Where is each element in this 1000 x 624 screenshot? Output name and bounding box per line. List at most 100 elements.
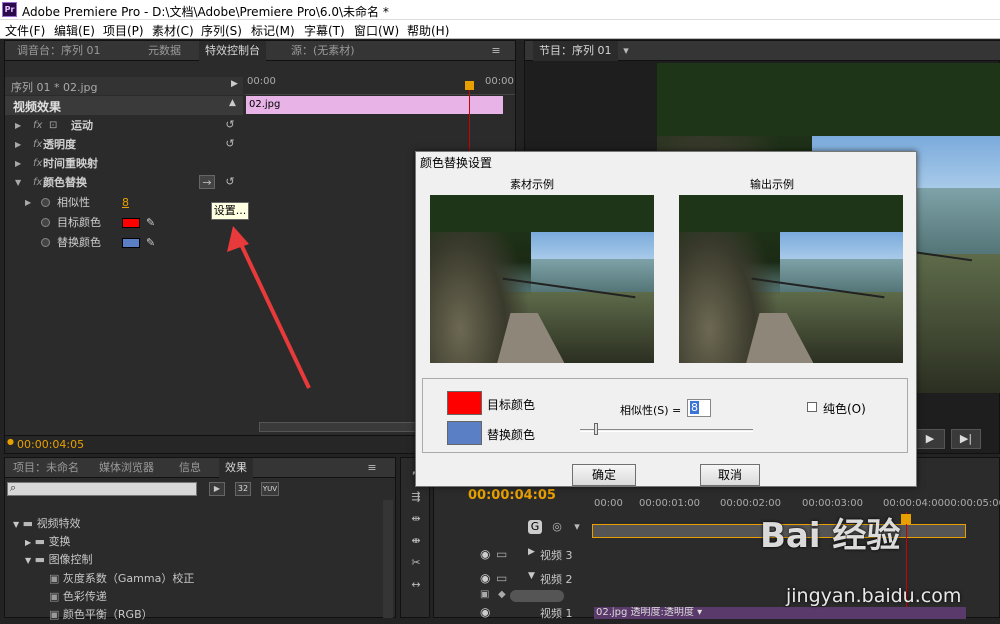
tab-project[interactable]: 项目：未命名 <box>13 458 79 478</box>
eyedropper-icon[interactable]: ✎ <box>146 213 155 232</box>
tree-item-gamma[interactable]: ▣ 灰度系数（Gamma）校正 <box>49 570 194 588</box>
replace-color-swatch[interactable] <box>122 238 140 248</box>
eye-icon[interactable]: ◉ <box>480 608 490 619</box>
expand-triangle-icon[interactable]: ▼ <box>528 571 535 581</box>
horizontal-scrollbar[interactable] <box>259 422 417 432</box>
expand-triangle-icon[interactable]: ▶ <box>528 547 535 557</box>
stopwatch-icon[interactable] <box>41 238 50 247</box>
eye-icon[interactable]: ◉ <box>480 571 490 585</box>
tab-effects[interactable]: 效果 <box>219 458 253 478</box>
tree-item-transform[interactable]: ▶ ▬ 变换 <box>25 533 71 551</box>
fx-icon[interactable]: fx <box>33 173 42 192</box>
snap-icon[interactable]: G <box>528 520 542 534</box>
expand-triangle-icon[interactable]: ▶ <box>15 116 21 135</box>
fx-icon[interactable]: fx <box>33 135 42 154</box>
eye-icon[interactable]: ◉ <box>480 547 490 561</box>
expand-triangle-icon[interactable]: ▶ <box>15 135 21 154</box>
add-marker-icon[interactable]: ▾ <box>570 520 584 534</box>
tree-item-color-balance[interactable]: ▣ 颜色平衡（RGB） <box>49 606 153 624</box>
tab-media-browser[interactable]: 媒体浏览器 <box>99 458 154 478</box>
eyedropper-icon[interactable]: ✎ <box>146 233 155 252</box>
similarity-slider-thumb[interactable] <box>593 423 598 435</box>
menu-clip[interactable]: 素材(C) <box>152 22 194 39</box>
effects-search-input[interactable]: ⌕ <box>7 481 197 496</box>
effect-clip-bar[interactable]: 02.jpg <box>246 96 503 114</box>
menu-marker[interactable]: 标记(M) <box>251 22 295 39</box>
expand-triangle-icon[interactable]: ▼ <box>15 173 21 192</box>
menu-help[interactable]: 帮助(H) <box>407 22 449 39</box>
tab-info[interactable]: 信息 <box>179 458 201 478</box>
marker-icon[interactable]: ◎ <box>550 520 564 534</box>
effect-row-time-remap[interactable]: ▶ fx 时间重映射 <box>5 154 243 173</box>
ruler-label: 00:00:01:00 <box>639 498 701 509</box>
menu-title[interactable]: 字幕(T) <box>304 22 345 39</box>
similarity-input[interactable]: 8 <box>687 399 711 417</box>
track-keyframe-controls[interactable]: ▣ ◆ <box>480 589 580 603</box>
keyframe-navigator[interactable] <box>510 590 564 602</box>
dropdown-icon[interactable]: ▾ <box>619 44 633 58</box>
reset-icon[interactable]: ↺ <box>223 118 237 132</box>
target-color-swatch[interactable] <box>122 218 140 228</box>
panel-menu-icon[interactable]: ≡ <box>489 44 503 58</box>
track-header-video3[interactable]: ◉ ▭ ▶ 视频 3 <box>474 544 594 566</box>
collapse-up-icon[interactable]: ▲ <box>229 98 236 108</box>
tree-item-image-control[interactable]: ▼ ▬ 图像控制 <box>25 551 93 569</box>
menu-sequence[interactable]: 序列(S) <box>201 22 242 39</box>
program-tabbar: 节目：序列 01 ▾ <box>525 41 1000 61</box>
play-triangle-icon[interactable]: ▶ <box>231 79 238 89</box>
menu-window[interactable]: 窗口(W) <box>354 22 399 39</box>
tree-item-video-effects[interactable]: ▼ ▬ 视频特效 <box>13 515 81 533</box>
lock-icon[interactable]: ▭ <box>496 571 507 585</box>
ok-button[interactable]: 确定 <box>572 464 636 486</box>
effect-row-color-replace[interactable]: ▼ fx 颜色替换 → ↺ <box>5 173 243 192</box>
replace-color-swatch[interactable] <box>447 421 482 445</box>
current-time[interactable]: 00:00:04:05 <box>17 438 84 451</box>
display-style-icon[interactable]: ▣ <box>480 589 489 600</box>
tab-program[interactable]: 节目：序列 01 <box>533 41 618 61</box>
annotation-arrow-icon <box>227 226 311 389</box>
cancel-button[interactable]: 取消 <box>700 464 760 486</box>
playhead-marker-icon[interactable] <box>465 81 474 90</box>
step-forward-icon[interactable]: ▶| <box>951 429 981 449</box>
similarity-value[interactable]: 8 <box>122 193 129 212</box>
menu-file[interactable]: 文件(F) <box>5 22 45 39</box>
menu-project[interactable]: 项目(P) <box>103 22 144 39</box>
stopwatch-icon[interactable] <box>41 198 50 207</box>
effect-row-opacity[interactable]: ▶ fx 透明度 ↺ <box>5 135 243 154</box>
ripple-edit-tool-icon[interactable]: ⇹ <box>409 512 423 526</box>
yuv-filter-badge[interactable]: YUV <box>261 482 279 496</box>
lock-icon[interactable]: ▭ <box>496 547 507 561</box>
effect-row-motion[interactable]: ▶ fx ⊡ 运动 ↺ <box>5 116 243 135</box>
ruler-label: 00:00 <box>594 498 623 509</box>
vertical-scrollbar[interactable] <box>383 500 393 618</box>
32bit-filter-badge[interactable]: 32 <box>235 482 251 496</box>
tab-metadata[interactable]: 元数据 <box>148 41 181 61</box>
tab-source[interactable]: 源：(无素材) <box>291 41 355 61</box>
effect-timeline-ruler[interactable]: 00:00 00:00 <box>245 75 515 95</box>
keyframe-icon[interactable]: ◆ <box>498 589 506 600</box>
panel-menu-icon[interactable]: ≡ <box>365 461 379 475</box>
expand-triangle-icon[interactable]: ▶ <box>25 193 31 212</box>
reset-icon[interactable]: ↺ <box>223 175 237 189</box>
solid-color-checkbox[interactable] <box>807 402 817 412</box>
tab-effect-controls[interactable]: 特效控制台 <box>199 41 266 61</box>
expand-triangle-icon[interactable]: ▶ <box>15 154 21 173</box>
target-color-swatch[interactable] <box>447 391 482 415</box>
track-header-video1[interactable]: ◉ 视频 1 <box>474 608 594 619</box>
tree-item-color-pass[interactable]: ▣ 色彩传递 <box>49 588 107 606</box>
reset-icon[interactable]: ↺ <box>223 137 237 151</box>
fx-icon[interactable]: fx <box>33 116 42 135</box>
similarity-slider-track[interactable] <box>580 429 753 432</box>
rolling-edit-tool-icon[interactable]: ⇼ <box>409 534 423 548</box>
slip-tool-icon[interactable]: ↔ <box>409 578 423 592</box>
track-header-video2[interactable]: ◉ ▭ ▼ 视频 2 <box>474 568 594 590</box>
timeline-timecode[interactable]: 00:00:04:05 <box>468 488 556 503</box>
razor-tool-icon[interactable]: ✂ <box>409 556 423 570</box>
track-select-tool-icon[interactable]: ⇶ <box>409 490 423 504</box>
tab-mixer[interactable]: 调音台：序列 01 <box>17 41 101 61</box>
stopwatch-icon[interactable] <box>41 218 50 227</box>
play-button-icon[interactable]: ▶ <box>915 429 945 449</box>
menu-edit[interactable]: 编辑(E) <box>54 22 95 39</box>
accelerated-effects-icon[interactable]: ▶ <box>209 482 225 496</box>
settings-dialog-icon[interactable]: → <box>199 175 215 189</box>
